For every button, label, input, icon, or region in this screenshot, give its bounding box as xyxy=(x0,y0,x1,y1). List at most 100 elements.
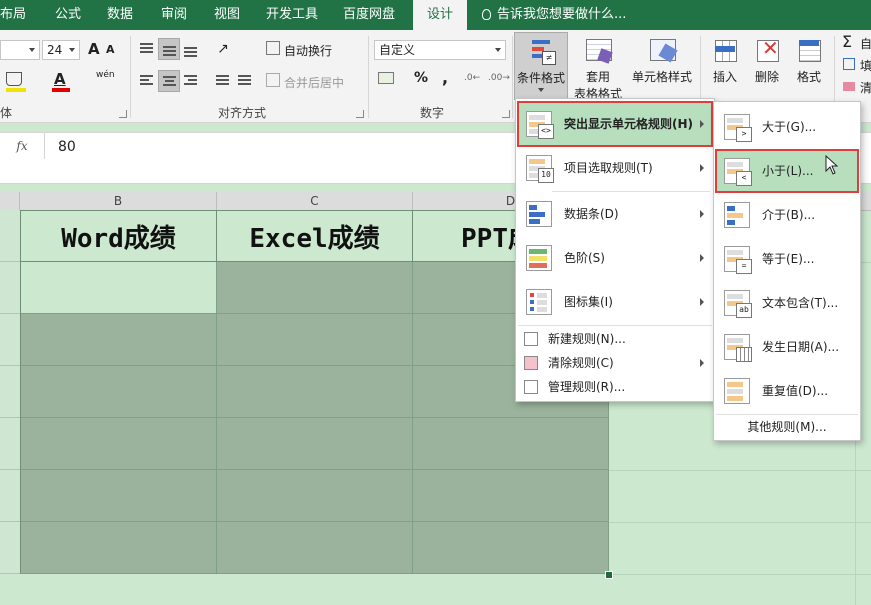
table-cell[interactable] xyxy=(20,418,217,470)
row-header[interactable] xyxy=(0,418,20,470)
table-cell[interactable] xyxy=(20,522,217,574)
tell-me-text: 告诉我您想要做什么... xyxy=(497,7,627,22)
currency-icon[interactable] xyxy=(378,72,394,84)
row-header[interactable] xyxy=(0,210,20,262)
chevron-right-icon xyxy=(700,210,704,218)
table-format-icon xyxy=(583,36,613,66)
fill-handle[interactable] xyxy=(605,571,613,579)
tab-baidu[interactable]: 百度网盘 xyxy=(343,0,395,30)
delete-button[interactable]: ✕ 删除 xyxy=(748,32,786,100)
row-header[interactable] xyxy=(0,522,20,574)
menu-item-color-scales[interactable]: 色阶(S) xyxy=(518,237,712,279)
increase-indent-icon[interactable] xyxy=(234,70,256,92)
dialog-launcher-icon[interactable] xyxy=(356,110,364,118)
row-header[interactable] xyxy=(0,262,20,314)
conditional-format-button[interactable]: ≠ 条件格式 xyxy=(514,32,568,100)
table-cell[interactable] xyxy=(217,418,413,470)
fx-icon[interactable]: fx xyxy=(0,133,45,159)
align-top-icon[interactable] xyxy=(136,38,158,60)
dialog-launcher-icon[interactable] xyxy=(502,110,510,118)
menu-item-equal-to[interactable]: = 等于(E)... xyxy=(716,238,858,280)
tab-view[interactable]: 视图 xyxy=(214,0,240,30)
menu-item-greater-than[interactable]: > 大于(G)... xyxy=(716,106,858,148)
fill-color-icon[interactable] xyxy=(6,72,22,86)
menu-item-text-contains[interactable]: ab 文本包含(T)... xyxy=(716,282,858,324)
number-format-combo[interactable]: 自定义 xyxy=(374,40,506,60)
menu-item-between[interactable]: 介于(B)... xyxy=(716,194,858,236)
cell-styles-button[interactable]: 单元格样式 xyxy=(630,32,694,100)
font-name-combo[interactable] xyxy=(0,40,40,60)
align-left-icon[interactable] xyxy=(136,70,158,92)
menu-item-icon-sets[interactable]: 图标集(I) xyxy=(518,281,712,323)
gridline xyxy=(609,574,871,575)
row-header[interactable] xyxy=(0,366,20,418)
phonetic-icon[interactable]: wén xyxy=(96,70,115,80)
table-cell[interactable] xyxy=(413,470,609,522)
table-cell[interactable] xyxy=(217,314,413,366)
merge-center-button[interactable]: 合并后居中 xyxy=(284,74,344,91)
table-cell[interactable] xyxy=(20,470,217,522)
table-cell[interactable] xyxy=(217,470,413,522)
tab-design[interactable]: 设计 xyxy=(413,0,468,30)
table-cell[interactable] xyxy=(217,522,413,574)
menu-item-data-bars[interactable]: 数据条(D) xyxy=(518,193,712,235)
table-cell[interactable] xyxy=(20,314,217,366)
tab-developer[interactable]: 开发工具 xyxy=(266,0,318,30)
menu-item-more-rules[interactable]: 其他规则(M)... xyxy=(716,416,858,438)
chevron-down-icon xyxy=(69,48,75,52)
wrap-text-button[interactable]: 自动换行 xyxy=(284,42,332,59)
fill-icon[interactable] xyxy=(843,58,855,70)
orientation-icon[interactable]: ↗ xyxy=(212,38,234,60)
menu-item-clear-rules[interactable]: 清除规则(C) xyxy=(518,351,712,375)
align-middle-icon[interactable] xyxy=(158,38,180,60)
percent-icon[interactable]: % xyxy=(414,70,428,86)
menu-item-label: 介于(B)... xyxy=(762,208,816,222)
increase-font-icon[interactable]: A xyxy=(88,40,100,58)
table-cell[interactable] xyxy=(217,262,413,314)
tab-formulas[interactable]: 公式 xyxy=(55,0,81,30)
select-all-corner[interactable] xyxy=(0,192,20,210)
format-label: 格式 xyxy=(796,70,821,84)
dialog-launcher-icon[interactable] xyxy=(119,110,127,118)
header-cell-excel[interactable]: Excel成绩 xyxy=(217,210,413,262)
table-cell[interactable] xyxy=(413,522,609,574)
autosum-icon[interactable]: Σ xyxy=(842,32,852,51)
align-bottom-icon[interactable] xyxy=(180,38,202,60)
header-cell-word[interactable]: Word成绩 xyxy=(20,210,217,262)
gridline xyxy=(609,470,871,471)
table-cell[interactable] xyxy=(413,418,609,470)
table-cell[interactable] xyxy=(20,366,217,418)
menu-item-top-bottom-rules[interactable]: 10 项目选取规则(T) xyxy=(518,147,712,189)
font-size-combo[interactable]: 24 xyxy=(42,40,80,60)
decrease-indent-icon[interactable] xyxy=(212,70,234,92)
font-color-icon[interactable]: A xyxy=(54,70,66,88)
column-header-b[interactable]: B xyxy=(20,192,217,210)
align-center-icon[interactable] xyxy=(158,70,180,92)
tell-me-box[interactable]: 告诉我您想要做什么... xyxy=(482,0,626,30)
row-header[interactable] xyxy=(0,314,20,366)
align-right-icon[interactable] xyxy=(180,70,202,92)
tab-review[interactable]: 审阅 xyxy=(161,0,187,30)
menu-item-highlight-rules[interactable]: <> 突出显示单元格规则(H) xyxy=(518,103,712,145)
table-cell[interactable] xyxy=(20,262,217,314)
eraser-icon[interactable] xyxy=(843,82,855,91)
tab-layout[interactable]: 布局 xyxy=(0,0,26,30)
row-header[interactable] xyxy=(0,470,20,522)
chevron-down-icon xyxy=(29,48,35,52)
decrease-font-icon[interactable]: A xyxy=(106,43,115,56)
insert-button[interactable]: 插入 xyxy=(704,32,746,100)
menu-item-manage-rules[interactable]: 管理规则(R)... xyxy=(518,375,712,399)
menu-item-duplicate-values[interactable]: 重复值(D)... xyxy=(716,370,858,412)
increase-decimal-icon[interactable]: .0← xyxy=(464,73,480,83)
decrease-decimal-icon[interactable]: .00→ xyxy=(488,73,510,83)
tab-data[interactable]: 数据 xyxy=(107,0,133,30)
table-cell[interactable] xyxy=(217,366,413,418)
menu-item-new-rule[interactable]: 新建规则(N)... xyxy=(518,327,712,351)
column-header-c[interactable]: C xyxy=(217,192,413,210)
comma-icon[interactable]: , xyxy=(442,68,448,87)
format-button[interactable]: 格式 xyxy=(790,32,828,100)
duplicate-values-icon xyxy=(724,378,750,404)
menu-item-date-occurring[interactable]: 发生日期(A)... xyxy=(716,326,858,368)
format-as-table-button[interactable]: 套用 表格格式 xyxy=(570,32,626,101)
formula-input[interactable]: 80 xyxy=(58,139,76,155)
